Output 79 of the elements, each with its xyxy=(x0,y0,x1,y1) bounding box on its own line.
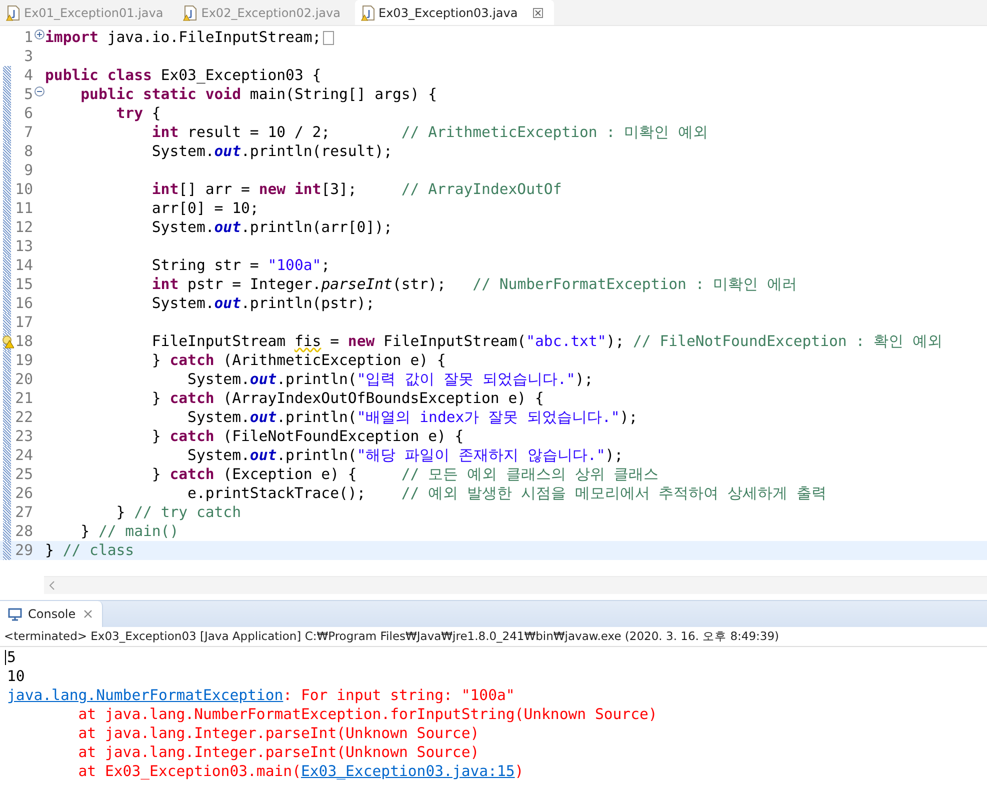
code-line: System.out.println("배열의 index가 잘못 되었습니다."); xyxy=(186,408,638,427)
line-number: 9 xyxy=(23,162,33,179)
console-tab[interactable]: Console xyxy=(0,601,103,627)
line-number: 26 xyxy=(14,485,33,502)
code-line: int[] arr = new int[3]; // ArrayIndexOutOf xyxy=(150,181,562,198)
java-file-icon xyxy=(6,4,20,20)
console-line: at java.lang.NumberFormatException.forInputString(Unknown Source) xyxy=(77,705,658,724)
collapse-icon[interactable] xyxy=(34,86,45,97)
line-number: 11 xyxy=(14,200,33,217)
line-number: 7 xyxy=(23,124,33,141)
code-line: FileInputStream fis = new FileInputStream("abc.txt"); // FileNotFoundException : 확인 예외 xyxy=(150,332,942,351)
file-tab[interactable]: Ex01_Exception01.java xyxy=(0,0,174,25)
code-line: } catch (FileNotFoundException e) { xyxy=(150,428,464,445)
code-line: e.printStackTrace(); // 예외 발생한 시점을 메모리에서 추적하여 상세하게 출력 xyxy=(186,484,827,503)
code-line: System.out.println("입력 값이 잘못 되었습니다."); xyxy=(186,370,594,389)
line-number: 1 xyxy=(23,29,33,46)
console-link[interactable]: java.lang.NumberFormatException xyxy=(7,687,284,704)
line-number: 8 xyxy=(23,143,33,160)
line-number: 4 xyxy=(23,67,33,84)
line-number: 3 xyxy=(23,48,33,65)
console-icon xyxy=(8,608,22,620)
line-number: 24 xyxy=(14,447,33,464)
line-number: 29 xyxy=(14,542,33,559)
line-number: 17 xyxy=(14,314,33,331)
code-line: System.out.println(arr[0]); xyxy=(150,219,392,236)
console-line: at Ex03_Exception03.main(Ex03_Exception03.java:15) xyxy=(77,762,525,781)
folded-code-icon[interactable] xyxy=(323,30,334,44)
file-tab[interactable]: Ex03_Exception03.java xyxy=(354,0,554,25)
console-line: java.lang.NumberFormatException: For input string: "100a" xyxy=(7,686,516,705)
line-number: 27 xyxy=(14,504,33,521)
file-tab[interactable]: Ex02_Exception02.java xyxy=(177,0,350,25)
line-number: 16 xyxy=(14,295,33,312)
code-line: System.out.println(pstr); xyxy=(150,295,375,312)
line-number: 28 xyxy=(14,523,33,540)
code-line: arr[0] = 10; xyxy=(150,200,259,217)
line-number: 5 xyxy=(23,86,33,103)
code-line: } catch (Exception e) { // 모든 예외 클래스의 상위 클래스 xyxy=(150,465,659,484)
expand-icon[interactable] xyxy=(34,29,45,40)
line-number: 12 xyxy=(14,219,33,236)
code-line: System.out.println(result); xyxy=(150,143,392,160)
java-file-icon xyxy=(183,4,198,20)
line-number: 6 xyxy=(23,105,33,122)
java-file-icon xyxy=(360,4,374,20)
code-line: } // try catch xyxy=(115,504,241,521)
console-link[interactable]: Ex03_Exception03.java:15 xyxy=(300,763,515,780)
line-number: 22 xyxy=(14,409,33,426)
code-line: String str = "100a"; xyxy=(150,257,330,274)
code-line: import java.io.FileInputStream; xyxy=(45,29,322,46)
line-number: 19 xyxy=(14,352,33,369)
console-line: 5 xyxy=(7,648,17,667)
code-line: } catch (ArrayIndexOutOfBoundsException e) { xyxy=(150,390,544,407)
line-number: 13 xyxy=(14,238,33,255)
line-number: 18 xyxy=(14,333,33,350)
line-number: 21 xyxy=(14,390,33,407)
line-number: 23 xyxy=(14,428,33,445)
code-line: int result = 10 / 2; // ArithmeticException : 미확인 예외 xyxy=(150,123,708,142)
text-cursor xyxy=(5,650,6,665)
console-line: at java.lang.Integer.parseInt(Unknown Source) xyxy=(77,743,480,762)
code-line: try { xyxy=(115,105,161,122)
line-number: 15 xyxy=(14,276,33,293)
code-line: public static void main(String[] args) { xyxy=(80,86,437,103)
line-number: 20 xyxy=(14,371,33,388)
warning-icon xyxy=(2,335,14,349)
console-line: at java.lang.Integer.parseInt(Unknown Source) xyxy=(77,724,480,743)
horizontal-scrollbar[interactable] xyxy=(44,576,987,594)
code-line: } catch (ArithmeticException e) { xyxy=(150,352,446,369)
scroll-left-icon[interactable] xyxy=(49,581,55,590)
code-line: public class Ex03_Exception03 { xyxy=(45,67,322,84)
console-line: 10 xyxy=(7,667,26,686)
line-number: 25 xyxy=(14,466,33,483)
code-line: } // class xyxy=(45,542,134,559)
close-icon[interactable] xyxy=(82,608,94,620)
console-status: <terminated> Ex03_Exception03 [Java Application] C:₩Program Files₩Java₩jre1.8.0_241₩bin₩javaw.exe (2020. 3. 16. 오후 8:49:39) xyxy=(0,627,987,647)
line-number: 10 xyxy=(14,181,33,198)
code-line: System.out.println("해당 파일이 존재하지 않습니다."); xyxy=(186,446,624,465)
code-line: int pstr = Integer.parseInt(str); // NumberFormatException : 미확인 에러 xyxy=(150,275,798,294)
line-number: 14 xyxy=(14,257,33,274)
close-icon[interactable] xyxy=(532,6,544,18)
code-line: } // main() xyxy=(80,523,179,540)
